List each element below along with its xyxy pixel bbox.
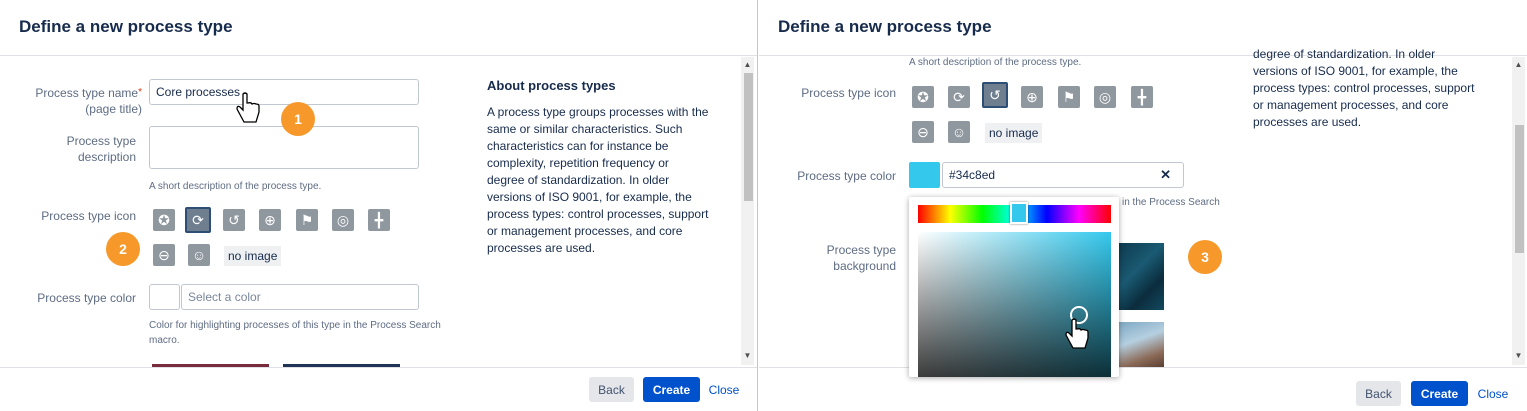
create-button[interactable]: Create [643,377,700,402]
footer-divider [0,367,757,368]
background-label: Process type background [826,243,896,273]
background-image-thumbnail[interactable] [1119,243,1164,310]
hand-cursor-icon [236,92,260,123]
create-button[interactable]: Create [1411,381,1468,406]
hand-cursor-icon [1065,318,1089,349]
clear-icon[interactable]: ✕ [1160,167,1171,183]
no-image-option[interactable]: no image [224,246,282,266]
color-swatch[interactable] [149,284,180,310]
background-image-thumbnail[interactable] [1119,322,1164,367]
history-icon[interactable]: ↺ [982,82,1008,108]
hue-slider-handle[interactable] [1010,202,1028,224]
color-hint-partial: in the Process Search [1122,197,1220,208]
about-text: degree of standardization. In older vers… [1253,47,1475,129]
award-icon[interactable]: ✪ [153,209,175,231]
description-textarea[interactable] [149,126,419,169]
dialog-right: Define a new process type A short descri… [759,0,1527,411]
scroll-up-arrow[interactable]: ▲ [741,60,754,69]
signpost-icon[interactable]: ╋ [368,209,390,231]
history-icon[interactable]: ↺ [223,209,245,231]
scroll-down-arrow[interactable]: ▼ [741,351,754,360]
icon-label: Process type icon [41,209,136,223]
header-divider [0,55,757,56]
color-hint: Color for highlighting processes of this… [149,320,441,346]
color-swatch[interactable] [909,162,940,188]
saturation-value-area[interactable] [918,232,1111,377]
color-value: #34c8ed [949,168,996,182]
target-icon[interactable]: ⊕ [1021,86,1043,108]
steering-wheel-icon[interactable]: ⊖ [153,244,175,266]
name-label: Process type name* (page title) [35,86,142,116]
dialog-left: Define a new process type Process type n… [0,0,758,411]
step-badge-2: 2 [106,232,140,266]
refresh-icon[interactable]: ⟳ [185,207,211,233]
required-marker: * [138,87,142,98]
dialog-title: Define a new process type [19,17,233,36]
icon-label: Process type icon [801,86,896,100]
color-input[interactable]: Select a color [181,284,419,310]
scroll-up-arrow[interactable]: ▲ [1512,60,1525,69]
description-label: Process type description [66,134,136,164]
signpost-icon[interactable]: ╋ [1131,86,1153,108]
close-button[interactable]: Close [1472,381,1514,406]
description-hint: A short description of the process type. [149,181,322,192]
user-icon[interactable]: ☺ [188,244,210,266]
color-input[interactable]: #34c8ed ✕ [942,162,1184,188]
color-label: Process type color [37,291,136,305]
scrollbar[interactable]: ▲ ▼ [741,57,754,365]
dialog-title: Define a new process type [778,17,992,36]
color-label: Process type color [797,169,896,183]
back-button[interactable]: Back [589,377,634,402]
step-badge-3: 3 [1188,240,1222,274]
steering-wheel-icon[interactable]: ⊖ [912,121,934,143]
lifebuoy-icon[interactable]: ◎ [1094,86,1116,108]
name-input[interactable]: Core processes [149,79,419,105]
about-title: About process types [487,78,616,93]
user-icon[interactable]: ☺ [948,121,970,143]
description-hint: A short description of the process type. [909,57,1082,68]
footer-divider [759,367,1527,368]
award-icon[interactable]: ✪ [912,86,934,108]
scrollbar-thumb[interactable] [1515,125,1524,253]
scrollbar-thumb[interactable] [744,73,753,201]
lifebuoy-icon[interactable]: ◎ [332,209,354,231]
back-button[interactable]: Back [1356,381,1401,406]
close-button[interactable]: Close [703,377,745,402]
target-icon[interactable]: ⊕ [259,209,281,231]
about-text: A process type groups processes with the… [487,105,709,255]
step-badge-1: 1 [281,102,315,136]
refresh-icon[interactable]: ⟳ [948,86,970,108]
scroll-down-arrow[interactable]: ▼ [1512,351,1525,360]
flag-icon[interactable]: ⚑ [296,209,318,231]
no-image-option[interactable]: no image [985,123,1043,143]
flag-icon[interactable]: ⚑ [1058,86,1080,108]
scrollbar[interactable]: ▲ ▼ [1512,57,1525,365]
